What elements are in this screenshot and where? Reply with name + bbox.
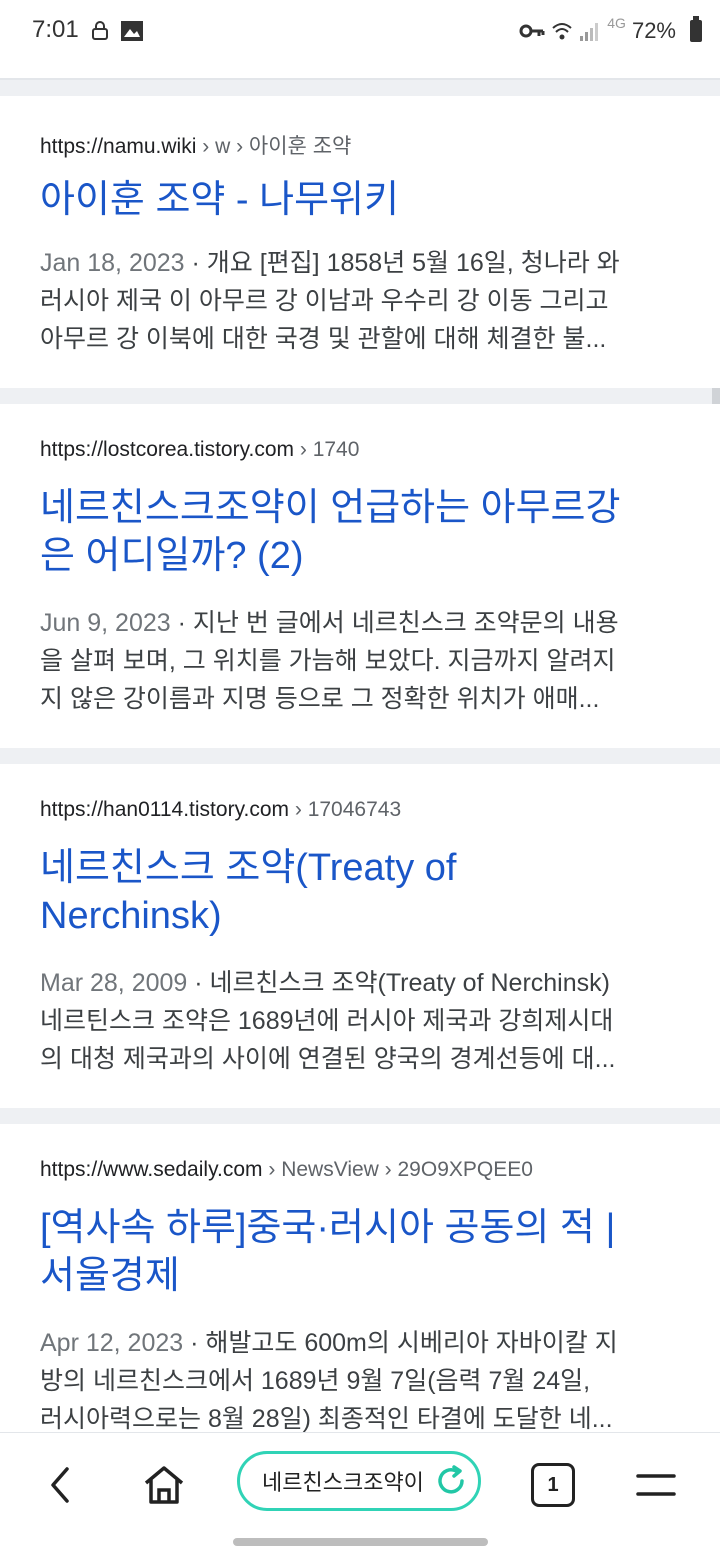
menu-icon — [636, 1474, 676, 1496]
result-url[interactable]: https://lostcorea.tistory.com › 1740 — [40, 438, 359, 462]
result-title-line: 아이훈 조약 - 나무위키 — [40, 179, 399, 221]
result-title[interactable]: 네르친스크조약이 언급하는 아무르강 은 어디일까? (2) — [40, 484, 680, 580]
result-snippet: Jun 9, 2023 · 지난 번 글에서 네르친스크 조약문의 내용 을 살… — [40, 604, 680, 718]
back-button[interactable] — [30, 1455, 90, 1515]
result-date: Mar 28, 2009 — [40, 969, 188, 997]
result-snippet-line: 네르틴스크 조약은 1689년에 러시아 제국과 강희제시대 — [40, 1007, 614, 1035]
result-title[interactable]: [역사속 하루]중국·러시아 공동의 적 | 서울경제 — [40, 1204, 680, 1300]
result-url-domain: https://lostcorea.tistory.com — [40, 438, 295, 461]
result-url-path: › NewsView › 29O9XPQEE0 — [262, 1158, 533, 1181]
result-url-domain: https://www.sedaily.com — [40, 1158, 263, 1181]
result-title[interactable]: 아이훈 조약 - 나무위키 — [40, 176, 680, 224]
result-snippet-line: 러시아 제국 이 아무르 강 이남과 우수리 강 이동 그리고 — [40, 287, 609, 315]
vpn-lock-icon — [92, 21, 108, 40]
search-result[interactable]: https://namu.wiki › w › 아이훈 조약 아이훈 조약 - … — [0, 96, 720, 388]
result-snippet-line: · 지난 번 글에서 네르친스크 조약문의 내용 — [170, 609, 619, 637]
result-title-line: Nerchinsk) — [40, 895, 222, 937]
address-text: 네르친스크조약이 — [262, 1470, 424, 1495]
back-icon — [51, 1467, 69, 1503]
address-bar[interactable]: 네르친스크조약이 — [237, 1451, 481, 1511]
result-url-path: › 17046743 — [289, 798, 402, 821]
result-snippet-line: 을 살펴 보며, 그 위치를 가늠해 보았다. 지금까지 알려지 — [40, 647, 616, 675]
result-snippet-line: · 해발고도 600m의 시베리아 자바이칼 지 — [183, 1329, 618, 1357]
status-time: 7:01 — [32, 16, 79, 43]
result-title-line: 서울경제 — [40, 1255, 180, 1297]
result-date: Apr 12, 2023 — [40, 1329, 184, 1357]
result-title-line: 네르친스크 조약(Treaty of — [40, 847, 457, 889]
result-title-line: [역사속 하루]중국·러시아 공동의 적 | — [40, 1207, 616, 1249]
signal-icon — [580, 23, 599, 41]
result-url[interactable]: https://han0114.tistory.com › 17046743 — [40, 798, 401, 822]
network-type: 4G — [607, 15, 626, 31]
battery-icon — [690, 16, 702, 42]
result-url-domain: https://namu.wiki — [40, 135, 197, 158]
status-right-group: 4G 72% — [519, 15, 676, 46]
status-bar: 7:01 4G 72% — [0, 0, 720, 80]
result-url-path: › 1740 — [294, 438, 360, 461]
result-title-line: 은 어디일까? (2) — [40, 535, 304, 577]
result-date: Jun 9, 2023 — [40, 609, 171, 637]
result-title-line: 네르친스크조약이 언급하는 아무르강 — [40, 487, 621, 529]
search-result[interactable]: https://han0114.tistory.com › 17046743 네… — [0, 764, 720, 1108]
result-url-domain: https://han0114.tistory.com — [40, 798, 290, 821]
result-snippet: Mar 28, 2009 · 네르친스크 조약(Treaty of Nerchi… — [40, 964, 680, 1078]
search-result[interactable]: https://www.sedaily.com › NewsView › 29O… — [0, 1124, 720, 1444]
image-notification-icon — [121, 21, 143, 41]
home-icon — [144, 1466, 184, 1504]
result-date: Jan 18, 2023 — [40, 249, 185, 277]
result-snippet-line: 방의 네르친스크에서 1689년 9월 7일(음력 7월 24일, — [40, 1367, 591, 1395]
search-result[interactable]: https://lostcorea.tistory.com › 1740 네르친… — [0, 404, 720, 748]
result-snippet-line: · 네르친스크 조약(Treaty of Nerchinsk) — [187, 969, 610, 997]
result-url[interactable]: https://www.sedaily.com › NewsView › 29O… — [40, 1158, 533, 1182]
key-icon — [519, 24, 545, 38]
result-snippet-line: · 개요 [편집] 1858년 5월 16일, 청나라 와 — [184, 249, 620, 277]
gesture-bar[interactable] — [233, 1538, 488, 1546]
result-snippet-line: 의 대청 제국과의 사이에 연결된 양국의 경계선등에 대... — [40, 1045, 616, 1073]
battery-percent: 72% — [631, 18, 676, 43]
refresh-icon[interactable] — [434, 1464, 468, 1498]
result-snippet: Apr 12, 2023 · 해발고도 600m의 시베리아 자바이칼 지 방의… — [40, 1324, 680, 1438]
tabs-button[interactable]: 1 — [531, 1463, 575, 1507]
result-snippet-line: 지 않은 강이름과 지명 등으로 그 정확한 위치가 애매... — [40, 685, 600, 713]
menu-button[interactable] — [626, 1455, 686, 1515]
result-url-path: › w › 아이훈 조약 — [196, 135, 352, 158]
result-snippet-line: 아무르 강 이북에 대한 국경 및 관할에 대해 체결한 불... — [40, 325, 607, 353]
home-button[interactable] — [134, 1455, 194, 1515]
result-title[interactable]: 네르친스크 조약(Treaty of Nerchinsk) — [40, 844, 680, 940]
result-snippet: Jan 18, 2023 · 개요 [편집] 1858년 5월 16일, 청나라… — [40, 244, 680, 358]
wifi-icon — [552, 23, 572, 40]
result-url[interactable]: https://namu.wiki › w › 아이훈 조약 — [40, 130, 351, 160]
